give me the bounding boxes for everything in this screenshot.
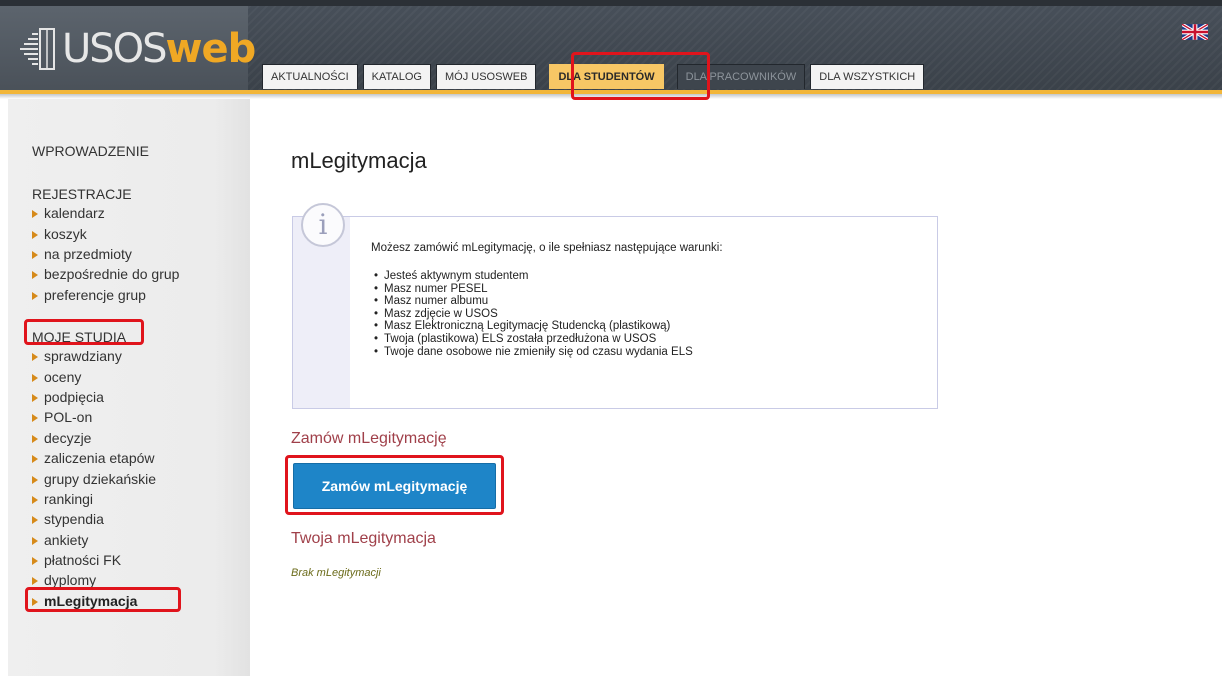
sidebar-item-ankiety[interactable]: ankiety [32, 530, 156, 550]
sidebar-item-label: sprawdziany [44, 348, 122, 365]
sidebar-intro[interactable]: WPROWADZENIE [32, 143, 149, 159]
tab-katalog[interactable]: KATALOG [362, 64, 431, 89]
arrow-bullet-icon [32, 475, 38, 484]
sidebar-item-label: na przedmioty [44, 245, 132, 262]
sidebar-item-label: koszyk [44, 225, 87, 242]
arrow-bullet-icon [32, 516, 38, 525]
sidebar-item-label: grupy dziekańskie [44, 470, 157, 487]
arrow-bullet-icon [32, 434, 38, 443]
arrow-bullet-icon [32, 250, 38, 259]
registrations-list: kalendarz koszyk na przedmioty bezpośred… [32, 203, 179, 305]
logo-book-icon [20, 28, 55, 70]
order-section-heading: Zamów mLegitymację [291, 430, 447, 447]
sidebar-item-label: decyzje [44, 429, 92, 446]
sidebar-item-label: preferencje grup [44, 286, 146, 303]
tab-dla-wszystkich[interactable]: DLA WSZYSTKICH [810, 64, 925, 89]
sidebar-item-bezposrednie-do-grup[interactable]: bezpośrednie do grup [32, 264, 179, 284]
no-mlegitymacja-note: Brak mLegitymacji [291, 567, 381, 579]
arrow-bullet-icon [32, 210, 38, 219]
sidebar-item-zaliczenia-etapow[interactable]: zaliczenia etapów [32, 448, 156, 468]
sidebar-heading-registrations[interactable]: REJESTRACJE [32, 186, 132, 202]
logo-text-web: web [165, 26, 257, 72]
sidebar-item-label: rankingi [44, 490, 94, 507]
sidebar-item-koszyk[interactable]: koszyk [32, 223, 179, 243]
condition-item: Twoja (plastikowa) ELS została przedłużo… [371, 333, 693, 346]
sidebar-item-label: POL-on [44, 409, 93, 426]
info-icon: i [301, 203, 345, 247]
condition-item: Masz Elektroniczną Legitymację Studencką… [371, 320, 693, 333]
arrow-bullet-icon [32, 495, 38, 504]
highlight-mlegitymacja-item [25, 587, 181, 612]
arrow-bullet-icon [32, 393, 38, 402]
arrow-bullet-icon [32, 557, 38, 566]
my-studies-list: sprawdziany oceny podpięcia POL-on decyz… [32, 346, 156, 611]
sidebar-item-label: podpięcia [44, 388, 104, 405]
sidebar-item-decyzje[interactable]: decyzje [32, 428, 156, 448]
sidebar-item-grupy-dziekanskie[interactable]: grupy dziekańskie [32, 468, 156, 488]
sidebar-item-rankingi[interactable]: rankingi [32, 489, 156, 509]
condition-item: Jesteś aktywnym studentem [371, 270, 693, 283]
sidebar-item-label: bezpośrednie do grup [44, 266, 180, 283]
tab-aktualnosci[interactable]: AKTUALNOŚCI [262, 64, 358, 89]
arrow-bullet-icon [32, 373, 38, 382]
arrow-bullet-icon [32, 577, 38, 586]
arrow-bullet-icon [32, 414, 38, 423]
sidebar-item-label: zaliczenia etapów [44, 450, 155, 467]
uk-flag-icon[interactable] [1182, 24, 1208, 40]
sidebar-item-podpiecia[interactable]: podpięcia [32, 387, 156, 407]
sidebar-item-kalendarz[interactable]: kalendarz [32, 203, 179, 223]
sidebar-item-pol-on[interactable]: POL-on [32, 407, 156, 427]
logo-text-usos: USOS [62, 26, 168, 72]
condition-item: Masz numer PESEL [371, 283, 693, 296]
sidebar-item-label: kalendarz [44, 205, 105, 222]
sidebar-item-oceny[interactable]: oceny [32, 366, 156, 386]
usosweb-logo[interactable]: USOS web [18, 24, 257, 74]
sidebar-item-label: oceny [44, 368, 82, 385]
sidebar-item-label: ankiety [44, 531, 89, 548]
arrow-bullet-icon [32, 353, 38, 362]
sidebar-item-sprawdziany[interactable]: sprawdziany [32, 346, 156, 366]
condition-item: Masz zdjęcie w USOS [371, 308, 693, 321]
sidebar-item-label: stypendia [44, 511, 104, 528]
highlight-order-button [285, 455, 504, 515]
sidebar-item-platnosci-fk[interactable]: płatności FK [32, 550, 156, 570]
highlight-tab-dla-studentow [571, 52, 710, 100]
arrow-bullet-icon [32, 455, 38, 464]
sidebar-item-preferencje-grup[interactable]: preferencje grup [32, 285, 179, 305]
tab-moj-usosweb[interactable]: MÓJ USOSWEB [435, 64, 537, 89]
sidebar-item-stypendia[interactable]: stypendia [32, 509, 156, 529]
sidebar-item-na-przedmioty[interactable]: na przedmioty [32, 244, 179, 264]
arrow-bullet-icon [32, 230, 38, 239]
arrow-bullet-icon [32, 291, 38, 300]
arrow-bullet-icon [32, 536, 38, 545]
your-mlegitymacja-heading: Twoja mLegitymacja [291, 530, 436, 547]
arrow-bullet-icon [32, 271, 38, 280]
info-intro-text: Możesz zamówić mLegitymację, o ile spełn… [371, 242, 723, 254]
sidebar-item-label: płatności FK [44, 552, 122, 569]
info-box: i Możesz zamówić mLegitymację, o ile spe… [292, 203, 938, 409]
page-title: mLegitymacja [291, 148, 427, 173]
logo-area: USOS web [0, 6, 256, 92]
condition-item: Twoje dane osobowe nie zmieniły się od c… [371, 346, 693, 359]
conditions-list: Jesteś aktywnym studentem Masz numer PES… [371, 270, 693, 358]
condition-item: Masz numer albumu [371, 295, 693, 308]
highlight-moje-studia [24, 319, 144, 345]
